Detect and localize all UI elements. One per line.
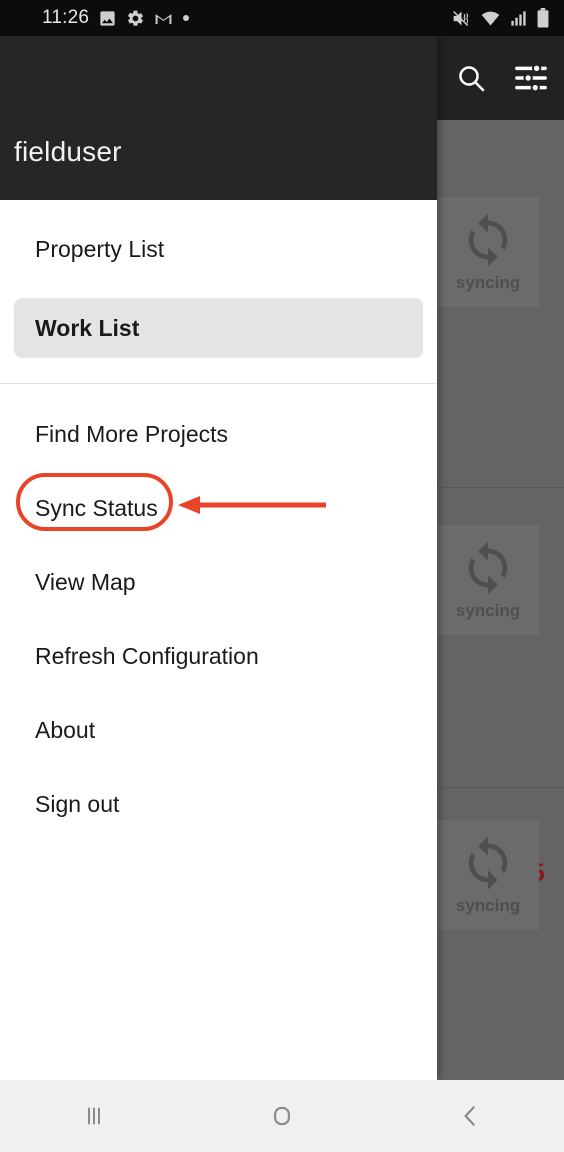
menu-item-label: Refresh Configuration xyxy=(35,642,259,669)
photo-icon xyxy=(100,10,115,26)
menu-spacer xyxy=(0,755,437,779)
menu-item-sign-out[interactable]: Sign out xyxy=(0,779,437,829)
menu-spacer xyxy=(0,384,437,409)
system-navigation-bar xyxy=(0,1080,564,1152)
gmail-icon xyxy=(155,13,172,24)
menu-item-property-list[interactable]: Property List xyxy=(0,224,437,274)
drawer-username: fielduser xyxy=(14,136,122,167)
home-icon xyxy=(274,1106,290,1126)
status-bar-left-group: 11:26 xyxy=(42,7,190,29)
menu-spacer xyxy=(0,607,437,631)
toolbar-search-button[interactable] xyxy=(454,61,488,95)
menu-item-label: Sign out xyxy=(35,790,120,817)
sync-status-tile[interactable]: syncing xyxy=(437,820,539,930)
battery-icon xyxy=(537,8,549,28)
menu-spacer xyxy=(0,533,437,557)
menu-item-about[interactable]: About xyxy=(0,705,437,755)
gear-icon xyxy=(128,10,144,26)
recents-icon xyxy=(88,1107,100,1125)
drawer-menu-list: Property List Work List Find More Projec… xyxy=(0,200,437,829)
sync-icon xyxy=(468,836,508,890)
sync-status-tile[interactable]: syncing xyxy=(437,197,539,307)
menu-item-label: About xyxy=(35,716,96,743)
back-icon xyxy=(464,1106,475,1126)
wifi-icon xyxy=(481,11,500,25)
nav-back-button[interactable] xyxy=(376,1080,564,1152)
mute-vibrate-icon xyxy=(453,10,469,26)
menu-item-label: Sync Status xyxy=(35,494,158,521)
sync-tile-label: syncing xyxy=(455,601,521,620)
menu-item-label: Find More Projects xyxy=(35,420,229,447)
menu-item-label: View Map xyxy=(35,568,136,595)
sync-tile-label: syncing xyxy=(455,273,521,292)
menu-item-label: Work List xyxy=(35,314,140,341)
dot-icon xyxy=(183,15,190,21)
nav-recents-button[interactable] xyxy=(0,1080,188,1152)
nav-home-button[interactable] xyxy=(188,1080,376,1152)
navigation-drawer: fielduser Property List Work List Find M… xyxy=(0,36,437,1080)
sync-tile-label: syncing xyxy=(455,896,521,915)
menu-spacer xyxy=(0,200,437,224)
menu-item-sync-status[interactable]: Sync Status xyxy=(0,483,437,533)
status-bar-right-group xyxy=(451,0,550,36)
system-status-bar: 11:26 xyxy=(0,0,564,36)
menu-spacer xyxy=(0,358,437,383)
drawer-header: fielduser xyxy=(0,36,437,200)
menu-spacer xyxy=(0,274,437,298)
cellular-signal-icon xyxy=(511,10,526,26)
menu-item-label: Property List xyxy=(35,235,165,262)
toolbar-filter-button[interactable] xyxy=(514,61,548,95)
menu-item-find-more-projects[interactable]: Find More Projects xyxy=(0,409,437,459)
menu-item-view-map[interactable]: View Map xyxy=(0,557,437,607)
menu-spacer xyxy=(0,459,437,483)
menu-item-refresh-configuration[interactable]: Refresh Configuration xyxy=(0,631,437,681)
sync-status-tile[interactable]: syncing xyxy=(437,525,539,635)
sync-icon xyxy=(468,541,508,595)
phone-screen: syncing syncing 03/05/15 syncing 11:26 xyxy=(0,0,564,1152)
menu-spacer xyxy=(0,681,437,705)
status-bar-clock: 11:26 xyxy=(42,7,90,28)
sync-icon xyxy=(468,213,508,267)
search-icon xyxy=(459,66,485,92)
menu-item-work-list[interactable]: Work List xyxy=(14,298,423,358)
filter-icon xyxy=(515,63,547,93)
